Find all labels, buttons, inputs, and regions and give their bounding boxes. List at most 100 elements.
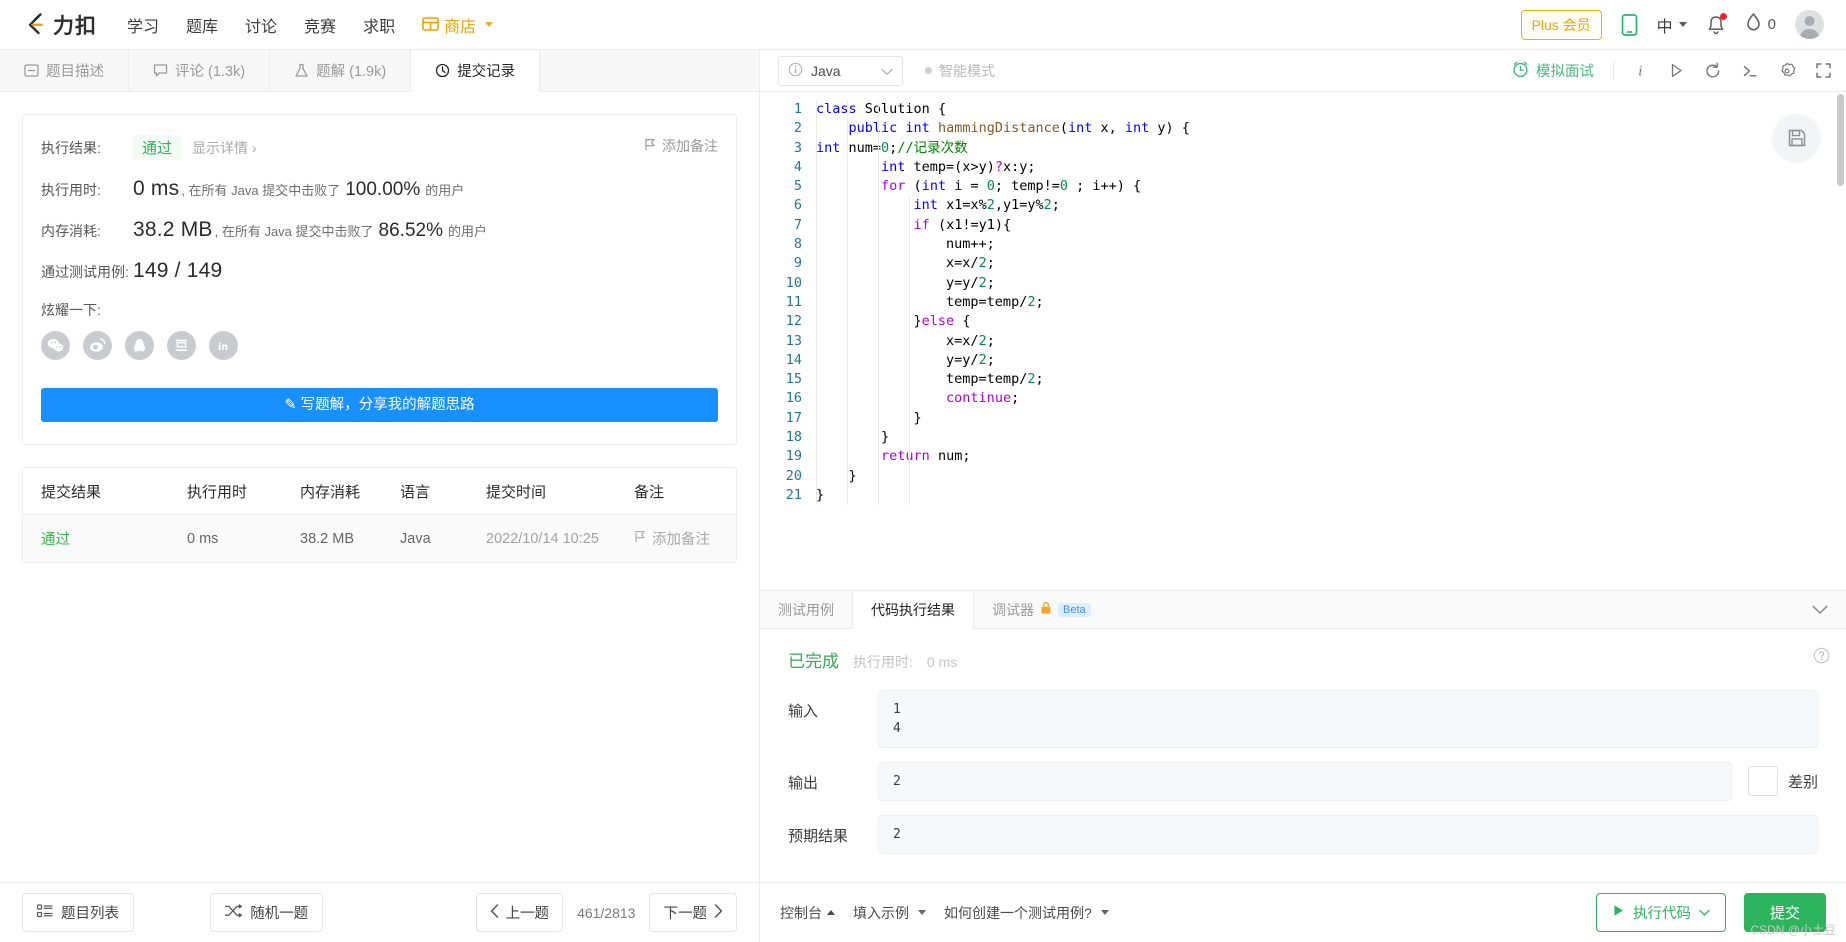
reset-icon[interactable] <box>1704 62 1722 80</box>
memory-percentile: 86.52% <box>378 220 443 241</box>
tab-comments-label: 评论 (1.3k) <box>175 64 246 80</box>
language-switcher[interactable]: 中 <box>1657 13 1687 37</box>
code-line[interactable]: int x1=x%2,y1=y%2; <box>816 196 1846 215</box>
fill-example-button[interactable]: 填入示例 <box>853 903 926 923</box>
write-solution-button[interactable]: ✎ 写题解，分享我的解题思路 <box>41 388 718 422</box>
code-line[interactable]: } <box>816 409 1846 428</box>
code-line[interactable]: public int hammingDistance(int x, int y)… <box>816 119 1846 138</box>
mobile-icon[interactable] <box>1621 13 1638 37</box>
random-problem-label: 随机一题 <box>250 906 309 922</box>
plus-membership-badge[interactable]: Plus 会员 <box>1520 9 1602 40</box>
code-line[interactable]: int temp=(x>y)?x:y; <box>816 158 1846 177</box>
play-icon[interactable] <box>1668 62 1685 79</box>
cell-result[interactable]: 通过 <box>41 528 187 549</box>
console-collapse-button[interactable] <box>1794 591 1846 628</box>
line-number: 2 <box>793 120 802 137</box>
code-line[interactable]: } <box>816 467 1846 486</box>
table-row[interactable]: 通过 0 ms 38.2 MB Java 2022/10/14 10:25 添加… <box>23 515 736 562</box>
code-line[interactable]: int num=0;//记录次数 <box>816 139 1846 158</box>
random-problem-button[interactable]: 随机一题 <box>210 893 324 932</box>
code-line[interactable]: x=x/2; <box>816 332 1846 351</box>
share-icons-row: in <box>41 331 718 360</box>
code-line[interactable]: class Solution { <box>816 100 1846 119</box>
code-line[interactable]: continue; <box>816 389 1846 408</box>
save-icon[interactable] <box>1773 114 1820 161</box>
smart-mode-toggle[interactable]: 智能模式 <box>925 61 995 81</box>
tab-solutions[interactable]: 题解 (1.9k) <box>270 50 412 91</box>
tab-exec-result[interactable]: 代码执行结果 <box>852 591 974 629</box>
nav-item-study[interactable]: 学习 <box>127 13 159 37</box>
avatar[interactable] <box>1795 10 1824 39</box>
code-line[interactable]: } <box>816 486 1846 505</box>
share-label: 炫耀一下: <box>41 302 101 318</box>
line-number: 11 <box>785 293 802 310</box>
output-value: 2 <box>878 762 1732 801</box>
bell-icon[interactable] <box>1706 12 1727 36</box>
output-row: 输出 2 差别 <box>788 762 1818 801</box>
nav-item-problems[interactable]: 题库 <box>186 13 218 37</box>
douban-icon[interactable] <box>167 331 196 360</box>
flag-icon <box>644 138 656 154</box>
console-icon[interactable] <box>1741 62 1759 80</box>
prev-problem-button[interactable]: 上一题 <box>475 893 564 932</box>
code-line[interactable]: if (x1!=y1){ <box>816 216 1846 235</box>
code-scrollbar[interactable] <box>1837 94 1844 186</box>
cell-add-note-button[interactable]: 添加备注 <box>634 528 736 549</box>
diff-toggle[interactable]: 差别 <box>1747 762 1818 796</box>
problem-counter: 461/2813 <box>577 904 636 921</box>
show-detail-link[interactable]: 显示详情 › <box>192 138 257 158</box>
code-line[interactable]: temp=temp/2; <box>816 293 1846 312</box>
tab-submissions[interactable]: 提交记录 <box>411 50 541 92</box>
diff-checkbox[interactable] <box>1747 766 1778 796</box>
nav-item-discuss[interactable]: 讨论 <box>245 13 277 37</box>
info-icon[interactable]: i <box>1633 62 1649 80</box>
mock-interview-button[interactable]: 模拟面试 <box>1512 60 1594 82</box>
tab-testcase[interactable]: 测试用例 <box>760 591 852 628</box>
column-header-memory: 内存消耗 <box>300 483 361 501</box>
problem-list-label: 题目列表 <box>61 906 119 922</box>
code-line[interactable]: } <box>816 428 1846 447</box>
shop-icon <box>422 17 439 32</box>
leetcode-app: 力扣 学习 题库 讨论 竞赛 求职 商店 Plus 会员 中 0 题目描述 评论… <box>0 0 1846 942</box>
language-selector-value: Java <box>811 62 841 79</box>
tab-comments[interactable]: 评论 (1.3k) <box>129 50 271 91</box>
linkedin-icon[interactable]: in <box>209 331 238 360</box>
settings-icon[interactable] <box>1778 62 1796 80</box>
code-line[interactable]: y=y/2; <box>816 351 1846 370</box>
smart-mode-label: 智能模式 <box>939 62 995 79</box>
nav-item-contest[interactable]: 竞赛 <box>304 13 336 37</box>
tab-description[interactable]: 题目描述 <box>0 50 129 91</box>
nav-item-store-label: 商店 <box>444 18 477 36</box>
code-line[interactable]: temp=temp/2; <box>816 370 1846 389</box>
problem-list-button[interactable]: 题目列表 <box>22 893 134 932</box>
code-line[interactable]: for (int i = 0; temp!=0 ; i++) { <box>816 177 1846 196</box>
next-problem-button[interactable]: 下一题 <box>649 893 737 932</box>
help-icon[interactable] <box>1813 647 1830 669</box>
weibo-icon[interactable] <box>83 331 112 360</box>
code-line[interactable]: num++; <box>816 235 1846 254</box>
code-line[interactable]: x=x/2; <box>816 254 1846 273</box>
code-editor[interactable]: 1 2 3 4 5 6 7 8 9 10 11 12 13 14 15 16 17 18 19 20 21 class … <box>760 92 1846 590</box>
line-number: 19 <box>785 448 802 465</box>
input-value[interactable]: 1 4 <box>878 690 1818 748</box>
nav-item-jobs[interactable]: 求职 <box>363 13 395 37</box>
run-code-button[interactable]: 执行代码 <box>1595 893 1726 932</box>
console-toggle-button[interactable]: 控制台 <box>780 903 835 923</box>
brand-logo-link[interactable]: 力扣 <box>22 10 97 40</box>
nav-item-store[interactable]: 商店 <box>422 13 494 37</box>
how-to-create-testcase-link[interactable]: 如何创建一个测试用例? <box>944 903 1109 923</box>
qq-icon[interactable] <box>125 331 154 360</box>
tab-debugger[interactable]: 调试器 Beta <box>974 591 1109 628</box>
code-area[interactable]: 1 2 3 4 5 6 7 8 9 10 11 12 13 14 15 16 17 18 19 20 21 class … <box>760 92 1846 506</box>
problem-tabs: 题目描述 评论 (1.3k) 题解 (1.9k) 提交记录 <box>0 50 759 92</box>
code-line[interactable]: return num; <box>816 447 1846 466</box>
add-note-button[interactable]: 添加备注 <box>644 136 718 156</box>
language-selector[interactable]: Java <box>778 55 903 86</box>
code-line[interactable]: y=y/2; <box>816 274 1846 293</box>
problem-pager: 上一题 461/2813 下一题 <box>475 893 737 932</box>
fullscreen-icon[interactable] <box>1815 62 1832 79</box>
code-line[interactable]: }else { <box>816 312 1846 331</box>
streak-counter[interactable]: 0 <box>1745 12 1776 37</box>
wechat-icon[interactable] <box>41 331 70 360</box>
code-lines[interactable]: class Solution { public int hammingDista… <box>816 100 1846 506</box>
